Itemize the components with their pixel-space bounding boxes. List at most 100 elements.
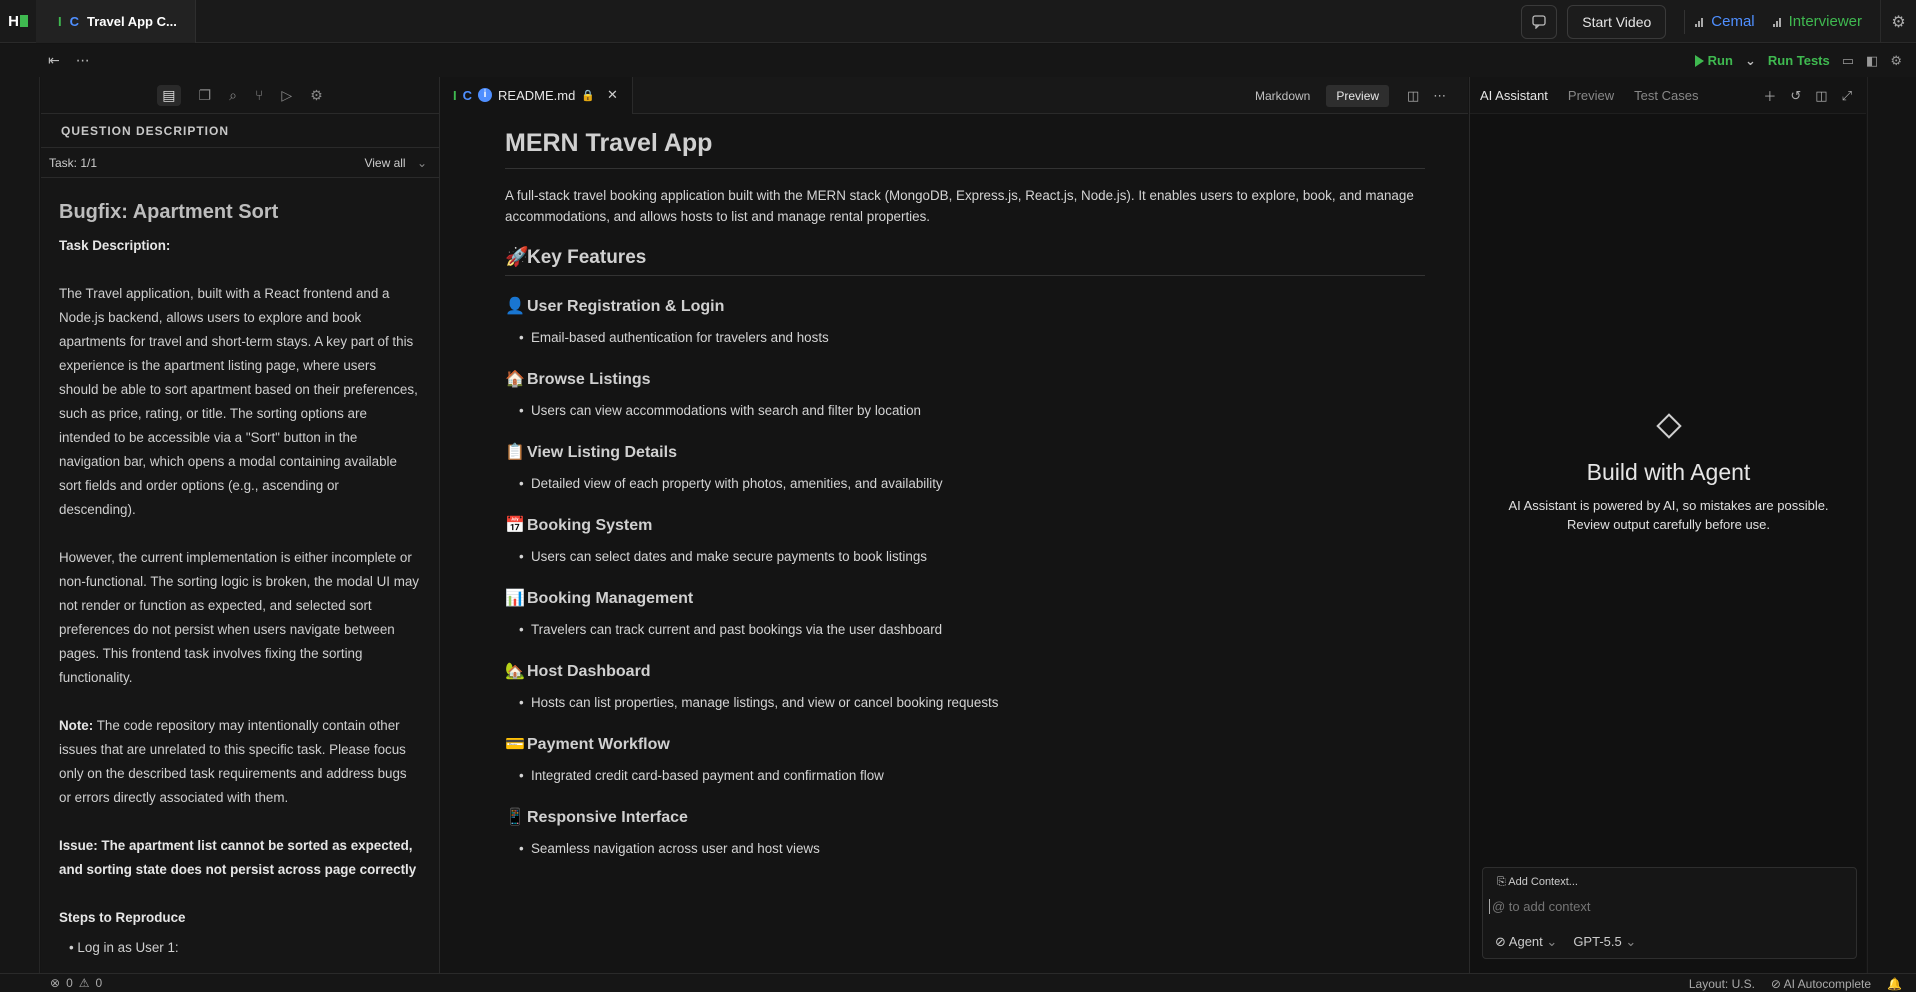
expand-icon[interactable]: ⤢	[1842, 88, 1852, 104]
close-icon[interactable]: ✕	[607, 87, 618, 103]
credit-card-icon: 💳	[505, 736, 525, 753]
preview-mode-button[interactable]: Preview	[1326, 84, 1390, 107]
bell-icon[interactable]: 🔔	[1887, 977, 1902, 991]
error-icon: ⊗	[50, 976, 61, 990]
more-icon[interactable]: ⋯	[1433, 88, 1446, 104]
terminal-icon[interactable]: ▭	[1842, 53, 1854, 69]
user-interviewer[interactable]: Interviewer	[1772, 13, 1862, 30]
feature-heading: 💳 Payment Workflow	[505, 736, 670, 753]
agent-heading: Build with Agent	[1586, 459, 1751, 485]
user-cemal[interactable]: Cemal	[1695, 13, 1755, 30]
debug-icon[interactable]: ▷	[281, 87, 292, 104]
chevron-down-icon: ⌄	[1625, 934, 1637, 949]
markdown-preview: MERN Travel App A full-stack travel book…	[505, 129, 1425, 880]
toggle-sidebar-icon[interactable]: ⇤	[48, 52, 60, 69]
right-activity-strip	[1867, 77, 1916, 973]
feature-heading: 📊 Booking Management	[505, 590, 694, 607]
chat-button[interactable]	[1521, 4, 1558, 39]
task-description: Bugfix: Apartment Sort Task Description:…	[41, 178, 439, 960]
paragraph-1: The Travel application, built with a Rea…	[59, 286, 418, 517]
panel-icon-bar: ▤ ❐ ⌕ ⑂ ▷ ⚙	[41, 77, 439, 114]
tab-indicator-i: I	[58, 13, 62, 29]
tab-preview[interactable]: Preview	[1568, 88, 1614, 103]
run-button[interactable]: Run ⌄	[1694, 53, 1756, 69]
feature-item: Hosts can list properties, manage listin…	[505, 695, 1425, 713]
agent-empty-state: Build with Agent AI Assistant is powered…	[1470, 413, 1867, 534]
plus-icon[interactable]: ＋	[1763, 86, 1776, 105]
run-tests-button[interactable]: Run Tests	[1768, 53, 1830, 68]
assistant-tabs: AI Assistant Preview Test Cases ＋ ↺ ◫ ⤢	[1470, 77, 1866, 114]
git-branch-icon[interactable]: ⑂	[255, 87, 263, 103]
agent-disclaimer-2: Review output carefully before use.	[1566, 517, 1771, 532]
house-icon: 🏠	[505, 371, 525, 388]
layout-indicator[interactable]: Layout: U.S.	[1689, 977, 1755, 991]
feature-item: Integrated credit card-based payment and…	[505, 768, 1425, 786]
key-features-heading: 🚀Key Features	[505, 245, 1425, 276]
activity-bar	[0, 77, 40, 973]
bar-chart-icon: 📊	[505, 590, 525, 607]
user-icon: 👤	[505, 298, 525, 315]
question-panel: ▤ ❐ ⌕ ⑂ ▷ ⚙ QUESTION DESCRIPTION Task: 1…	[41, 77, 440, 973]
extensions-icon[interactable]: ⚙	[310, 87, 323, 104]
feature-item: Detailed view of each property with phot…	[505, 476, 1425, 494]
steps-label: Steps to Reproduce	[59, 910, 186, 925]
mobile-phone-icon: 📱	[505, 809, 525, 826]
lock-icon: 🔒	[581, 89, 596, 102]
task-desc-label: Task Description:	[59, 238, 171, 253]
task-row: Task: 1/1 View all ⌄	[41, 148, 439, 178]
view-all-button[interactable]: View all ⌄	[364, 156, 427, 170]
app-logo[interactable]: H	[0, 0, 36, 43]
ai-autocomplete-toggle[interactable]: ⊘ AI Autocomplete	[1771, 977, 1871, 991]
rocket-icon: 🚀	[505, 247, 529, 268]
tab-indicator-c: C	[69, 13, 80, 29]
paragraph-2: However, the current implementation is e…	[59, 550, 419, 685]
agent-disclaimer-1: AI Assistant is powered by AI, so mistak…	[1508, 498, 1829, 513]
markdown-mode-button[interactable]: Markdown	[1245, 85, 1320, 107]
editor-tabs: I C i README.md 🔒 ✕ Markdown Preview ◫ ⋯	[441, 77, 1468, 114]
document-icon[interactable]: ▤	[157, 84, 181, 106]
readme-title: MERN Travel App	[505, 129, 1425, 169]
search-icon[interactable]: ⌕	[229, 87, 237, 104]
feature-item: Seamless navigation across user and host…	[505, 841, 1425, 859]
tab-label: README.md	[498, 87, 576, 103]
chat-input[interactable]	[1489, 899, 1829, 914]
model-select[interactable]: GPT-5.5 ⌄	[1573, 934, 1636, 950]
section-title: QUESTION DESCRIPTION	[41, 114, 439, 148]
tab-ai-assistant[interactable]: AI Assistant	[1480, 88, 1548, 103]
agent-sparkle-icon	[1655, 413, 1682, 439]
task-title: Bugfix: Apartment Sort	[59, 201, 279, 223]
chevron-down-icon: ⌄	[1546, 934, 1558, 949]
split-panel-icon[interactable]: ◧	[1866, 53, 1878, 69]
settings-gear-icon[interactable]: ⚙	[1880, 0, 1916, 43]
files-icon[interactable]: ❐	[199, 87, 212, 104]
split-editor-icon[interactable]: ◫	[1407, 88, 1419, 104]
feature-item: Users can select dates and make secure p…	[505, 549, 1425, 567]
add-context-button[interactable]: ⎘ Add Context...	[1493, 874, 1582, 891]
tab-indicator-c: C	[462, 87, 473, 103]
tab-readme[interactable]: I C i README.md 🔒 ✕	[441, 77, 633, 114]
warning-count[interactable]: 0	[96, 976, 103, 990]
play-icon	[1694, 54, 1704, 67]
signal-icon	[1772, 17, 1781, 27]
workspace-tab-title: Travel App C...	[87, 13, 177, 29]
disabled-icon: ⊘	[1770, 976, 1784, 991]
paperclip-icon: ⎘	[1497, 876, 1509, 888]
readme-intro: A full-stack travel booking application …	[505, 188, 1414, 224]
chevron-down-icon[interactable]: ⌄	[1745, 53, 1756, 69]
split-panel-icon[interactable]: ◫	[1815, 88, 1827, 104]
feature-heading: 📋 View Listing Details	[505, 444, 677, 461]
tab-test-cases[interactable]: Test Cases	[1634, 88, 1698, 103]
agent-mode-select[interactable]: ⊘ Agent ⌄	[1495, 934, 1557, 950]
gear-icon[interactable]: ⚙	[1890, 53, 1902, 69]
status-bar: ⊗ 0 ⚠ 0 Layout: U.S. ⊘ AI Autocomplete 🔔	[0, 973, 1916, 992]
start-video-button[interactable]: Start Video	[1567, 4, 1667, 39]
divider	[1684, 9, 1686, 34]
step-item: Log in as User 1:	[69, 936, 419, 960]
workspace-tab[interactable]: I C Travel App C...	[36, 0, 196, 43]
feature-heading: 🏠 Browse Listings	[505, 371, 651, 388]
feature-item: Email-based authentication for travelers…	[505, 330, 1425, 348]
history-icon[interactable]: ↺	[1790, 88, 1801, 104]
error-count[interactable]: 0	[66, 976, 73, 990]
feature-item: Users can view accommodations with searc…	[505, 403, 1425, 421]
more-icon[interactable]: ⋯	[76, 52, 90, 69]
